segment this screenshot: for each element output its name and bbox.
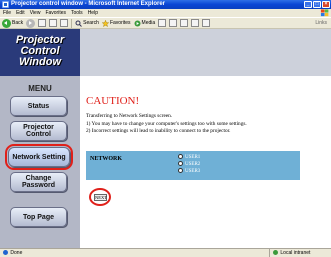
nav-projector-control-label: Projector Control <box>23 124 54 138</box>
maximize-button[interactable]: □ <box>313 1 321 8</box>
network-options: USER1 USER2 USER3 <box>178 154 200 175</box>
links-label[interactable]: Links <box>315 20 327 26</box>
menu-file[interactable]: File <box>3 10 11 16</box>
option-user1-label: USER1 <box>185 155 201 160</box>
nav-network-setting-label: Network Setting <box>12 153 66 161</box>
logo: Projector Control Window <box>0 29 80 76</box>
menu-bar: File Edit View Favorites Tools Help <box>0 9 331 17</box>
option-user3[interactable]: USER3 <box>178 168 200 175</box>
sidebar: Projector Control Window MENU Status Pro… <box>0 29 80 248</box>
status-text: Done <box>10 250 23 256</box>
network-selection-panel: NETWORK USER1 USER2 USER3 <box>86 151 300 180</box>
window-title-bar: Projector control window - Microsoft Int… <box>0 0 331 9</box>
favorites-label: Favorites <box>109 20 131 26</box>
nav-change-password-label: Change Password <box>21 175 56 189</box>
option-user3-label: USER3 <box>185 169 201 174</box>
nav-projector-control-button[interactable]: Projector Control <box>10 121 67 141</box>
ie-app-icon <box>2 1 9 8</box>
back-label: Back <box>12 20 24 26</box>
refresh-icon[interactable] <box>49 19 58 27</box>
history-icon[interactable] <box>158 19 167 27</box>
media-button[interactable]: Media <box>134 20 156 27</box>
nav-status-label: Status <box>27 102 50 110</box>
star-icon <box>101 19 109 27</box>
media-icon <box>134 20 141 26</box>
menu-favorites[interactable]: Favorites <box>45 10 66 16</box>
network-label: NETWORK <box>90 156 123 162</box>
menu-heading: MENU <box>28 84 52 93</box>
radio-user3[interactable] <box>178 168 183 174</box>
toolbar: Back Search Favorites Media Links <box>0 17 331 29</box>
nav-top-page-button[interactable]: Top Page <box>10 207 67 227</box>
home-icon[interactable] <box>60 19 69 27</box>
menu-edit[interactable]: Edit <box>16 10 25 16</box>
back-arrow-icon <box>2 18 11 28</box>
radio-user1[interactable] <box>178 154 183 160</box>
status-bar: Done Local intranet <box>0 248 331 257</box>
minimize-button[interactable]: _ <box>304 1 312 8</box>
message-line-1: Transferring to Network Settings screen. <box>86 113 173 119</box>
page-content: Projector Control Window MENU Status Pro… <box>0 29 331 248</box>
header-banner <box>80 29 331 76</box>
nav-top-page-label: Top Page <box>23 213 54 221</box>
print-icon[interactable] <box>180 19 189 27</box>
window-title: Projector control window - Microsoft Int… <box>11 1 166 7</box>
nav-status-button[interactable]: Status <box>10 96 67 116</box>
message-line-3: 2) Incorrect settings will lead to inabi… <box>86 128 231 134</box>
logo-line-3: Window <box>18 56 62 68</box>
security-zone: Local intranet <box>269 249 327 257</box>
stop-icon[interactable] <box>38 19 47 27</box>
nav-change-password-button[interactable]: Change Password <box>10 172 67 192</box>
mail-icon[interactable] <box>169 19 178 27</box>
next-button-highlight: NEXT <box>89 188 111 206</box>
search-icon <box>75 20 82 27</box>
favorites-button[interactable]: Favorites <box>101 19 131 27</box>
search-label: Search <box>83 20 99 26</box>
menu-view[interactable]: View <box>30 10 41 16</box>
toolbar-separator <box>71 18 73 28</box>
windows-logo-icon <box>320 9 329 17</box>
intranet-zone-icon <box>273 250 278 256</box>
next-button[interactable]: NEXT <box>94 194 107 201</box>
menu-help[interactable]: Help <box>88 10 98 16</box>
option-user1[interactable]: USER1 <box>178 154 200 161</box>
nav-network-setting-button[interactable]: Network Setting <box>5 144 73 170</box>
radio-user2[interactable] <box>178 161 183 167</box>
back-button[interactable]: Back <box>2 18 24 28</box>
option-user2-label: USER2 <box>185 162 201 167</box>
search-button[interactable]: Search <box>75 20 99 27</box>
option-user2[interactable]: USER2 <box>178 161 200 168</box>
message-line-2: 1) You may have to change your computer'… <box>86 120 247 127</box>
close-button[interactable]: × <box>322 1 330 8</box>
edit-icon[interactable] <box>191 19 200 27</box>
caution-heading: CAUTION! <box>86 95 140 107</box>
discuss-icon[interactable] <box>202 19 211 27</box>
zone-label: Local intranet <box>280 250 311 256</box>
media-label: Media <box>141 20 156 26</box>
caution-message: Transferring to Network Settings screen.… <box>86 113 247 136</box>
forward-button[interactable] <box>26 18 36 28</box>
page-status-icon <box>3 250 8 256</box>
menu-tools[interactable]: Tools <box>71 10 83 16</box>
